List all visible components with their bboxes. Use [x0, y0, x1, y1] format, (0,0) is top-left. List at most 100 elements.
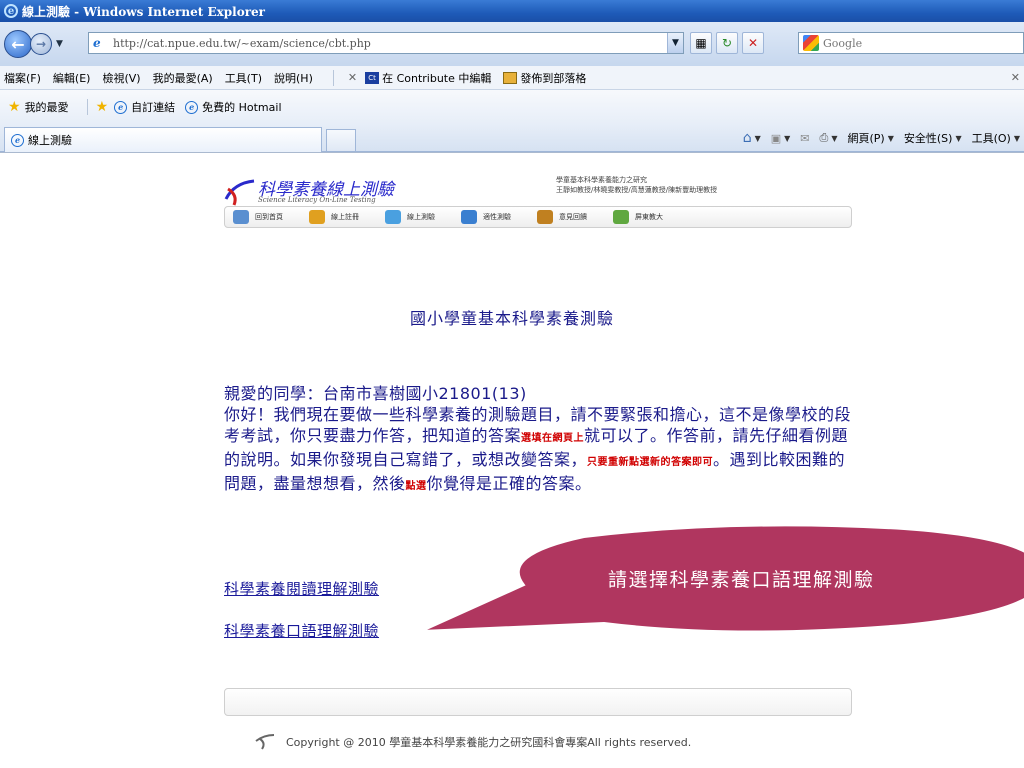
chevron-down-icon: ▼ — [754, 133, 761, 143]
feeds-button[interactable]: ▣ ▼ — [771, 132, 791, 145]
chevron-down-icon: ▼ — [784, 133, 791, 143]
ie-page-icon: e — [11, 133, 24, 147]
nav-label: 線上測驗 — [407, 213, 435, 221]
instructions-text: 你覺得是正確的答案。 — [426, 474, 592, 493]
ie-logo-icon: e — [4, 4, 18, 18]
instructions-paragraph: 你好！我們現在要做一些科學素養的測驗題目，請不要緊張和擔心，這不是像學校的段考考… — [224, 404, 854, 497]
favorites-link-label: 免費的 Hotmail — [202, 101, 282, 114]
chevron-down-icon: ▼ — [887, 133, 894, 143]
footer-logo-icon — [255, 734, 275, 750]
menu-bar: 檔案(F) 編輯(E) 檢視(V) 我的最愛(A) 工具(T) 說明(H) ✕ … — [0, 66, 1024, 90]
callout-text: 請選擇科學素養口語理解測驗 — [608, 569, 875, 591]
menu-view[interactable]: 檢視(V) — [102, 70, 140, 86]
nav-pingtung[interactable]: 屏東教大 — [613, 210, 663, 224]
mail-icon: ✉ — [800, 131, 810, 145]
mail-button[interactable]: ✉ — [800, 132, 809, 145]
nav-adaptive-test[interactable]: 適性測驗 — [461, 210, 511, 224]
favorites-link-label: 自訂連結 — [131, 101, 176, 114]
nav-label: 回到首頁 — [255, 213, 283, 221]
nav-label: 意見回饋 — [559, 213, 587, 221]
nav-label: 適性測驗 — [483, 213, 511, 221]
tools-menu-button[interactable]: 工具(O) ▼ — [972, 130, 1020, 146]
stop-icon[interactable]: ✕ — [742, 32, 764, 54]
tab-online-test[interactable]: e 線上測驗 — [4, 127, 322, 152]
home-icon: ⌂ — [742, 130, 752, 146]
contribute-edit-button[interactable]: Ct 在 Contribute 中編輯 — [365, 70, 491, 86]
greeting: 親愛的同學：台南市喜樹國小21801(13) — [224, 384, 527, 403]
menu-tools[interactable]: 工具(T) — [225, 70, 262, 86]
tab-title: 線上測驗 — [28, 134, 72, 147]
menu-help[interactable]: 說明(H) — [274, 70, 313, 86]
contribute-label: 在 Contribute 中編輯 — [382, 71, 492, 85]
blog-icon — [503, 71, 518, 84]
chevron-down-icon: ▼ — [831, 133, 838, 143]
site-logo-icon — [224, 179, 255, 206]
chevron-down-icon: ▼ — [955, 133, 962, 143]
menu-separator — [332, 69, 334, 86]
people-icon — [461, 210, 477, 224]
google-icon — [803, 35, 819, 51]
page-content: 科學素養線上測驗 Science Literacy On-Line Testin… — [0, 152, 1024, 768]
test-icon — [385, 210, 401, 224]
copyright-text: Copyright @ 2010 學童基本科學素養能力之研究國科會專案All r… — [286, 736, 692, 749]
refresh-icon[interactable]: ↻ — [716, 32, 738, 54]
address-dropdown-icon[interactable]: ▼ — [667, 33, 683, 53]
favorites-label: 我的最愛 — [24, 101, 69, 114]
window-title: 線上測驗 - Windows Internet Explorer — [22, 4, 265, 19]
nav-online-test[interactable]: 線上測驗 — [385, 210, 435, 224]
tools-menu-label: 工具(O) — [971, 132, 1011, 145]
print-button[interactable]: ⎙ ▼ — [820, 131, 838, 145]
nav-register[interactable]: 線上註冊 — [309, 210, 359, 224]
reading-test-link[interactable]: 科學素養閱讀理解測驗 — [224, 578, 379, 599]
site-subtitle: Science Literacy On-Line Testing — [258, 196, 376, 204]
back-button[interactable]: ← — [4, 30, 32, 58]
footer-bar — [224, 688, 852, 716]
instructions-highlight: 選填在網頁上 — [521, 433, 585, 444]
nav-label: 屏東教大 — [635, 213, 663, 221]
new-tab-button[interactable] — [326, 129, 356, 151]
window-titlebar: e 線上測驗 - Windows Internet Explorer — [0, 0, 1024, 22]
tab-row: e 線上測驗 ⌂ ▼ ▣ ▼ ✉ ⎙ ▼ 網頁(P) ▼ 安全性(S) ▼ 工具(O) ▼ — [0, 124, 1024, 152]
page-icon: e — [93, 36, 101, 50]
safety-menu-button[interactable]: 安全性(S) ▼ — [904, 130, 962, 146]
add-favorite-icon[interactable]: ★ — [96, 99, 109, 115]
favorites-bar: ★ 我的最愛 ★ e 自訂連結 e 免費的 Hotmail — [0, 90, 1024, 124]
chevron-down-icon: ▼ — [1013, 133, 1020, 143]
search-box[interactable] — [798, 32, 1024, 54]
safety-menu-label: 安全性(S) — [903, 132, 953, 145]
navigation-toolbar: ← → ▼ e ▼ ▦ ↻ ✕ — [0, 22, 1024, 66]
close-icon[interactable]: ✕ — [1011, 71, 1020, 84]
post-to-blog-button[interactable]: 發佈到部落格 — [503, 70, 586, 86]
nav-feedback[interactable]: 意見回饋 — [537, 210, 587, 224]
forward-button[interactable]: → — [30, 33, 52, 55]
address-bar[interactable]: e ▼ — [88, 32, 684, 54]
home-button[interactable]: ⌂ ▼ — [743, 130, 761, 146]
home-icon — [233, 210, 249, 224]
site-credits: 學童基本科學素養能力之研究 王靜如教授/林曉雯教授/高慧蓮教授/陳新豐助理教授 — [556, 175, 717, 195]
search-input[interactable] — [823, 36, 1013, 50]
favorites-separator — [86, 99, 88, 115]
favorites-link-custom[interactable]: e 自訂連結 — [114, 99, 175, 115]
pencil-icon — [309, 210, 325, 224]
menu-file[interactable]: 檔案(F) — [4, 70, 41, 86]
menu-favorites[interactable]: 我的最愛(A) — [153, 70, 213, 86]
site-banner: 科學素養線上測驗 Science Literacy On-Line Testin… — [224, 173, 852, 235]
contribute-icon: Ct — [365, 71, 380, 84]
favorites-button[interactable]: ★ 我的最愛 — [8, 99, 69, 115]
menu-edit[interactable]: 編輯(E) — [53, 70, 91, 86]
nav-home[interactable]: 回到首頁 — [233, 210, 283, 224]
compatibility-view-icon[interactable]: ▦ — [690, 32, 712, 54]
close-toolbar-icon[interactable]: ✕ — [348, 71, 357, 84]
credits-line: 學童基本科學素養能力之研究 — [556, 176, 647, 184]
favorites-link-hotmail[interactable]: e 免費的 Hotmail — [185, 99, 282, 115]
feeds-icon: ▣ — [770, 131, 782, 145]
blog-label: 發佈到部落格 — [520, 71, 587, 85]
history-dropdown-icon[interactable]: ▼ — [56, 39, 63, 49]
page-menu-button[interactable]: 網頁(P) ▼ — [847, 130, 893, 146]
oral-test-link[interactable]: 科學素養口語理解測驗 — [224, 620, 379, 641]
credits-line: 王靜如教授/林曉雯教授/高慧蓮教授/陳新豐助理教授 — [556, 186, 718, 194]
instructions-highlight: 點選 — [405, 481, 427, 492]
instructions-highlight: 只要重新點選新的答案即可 — [587, 457, 714, 468]
nav-label: 線上註冊 — [331, 213, 359, 221]
address-input[interactable] — [113, 36, 673, 50]
